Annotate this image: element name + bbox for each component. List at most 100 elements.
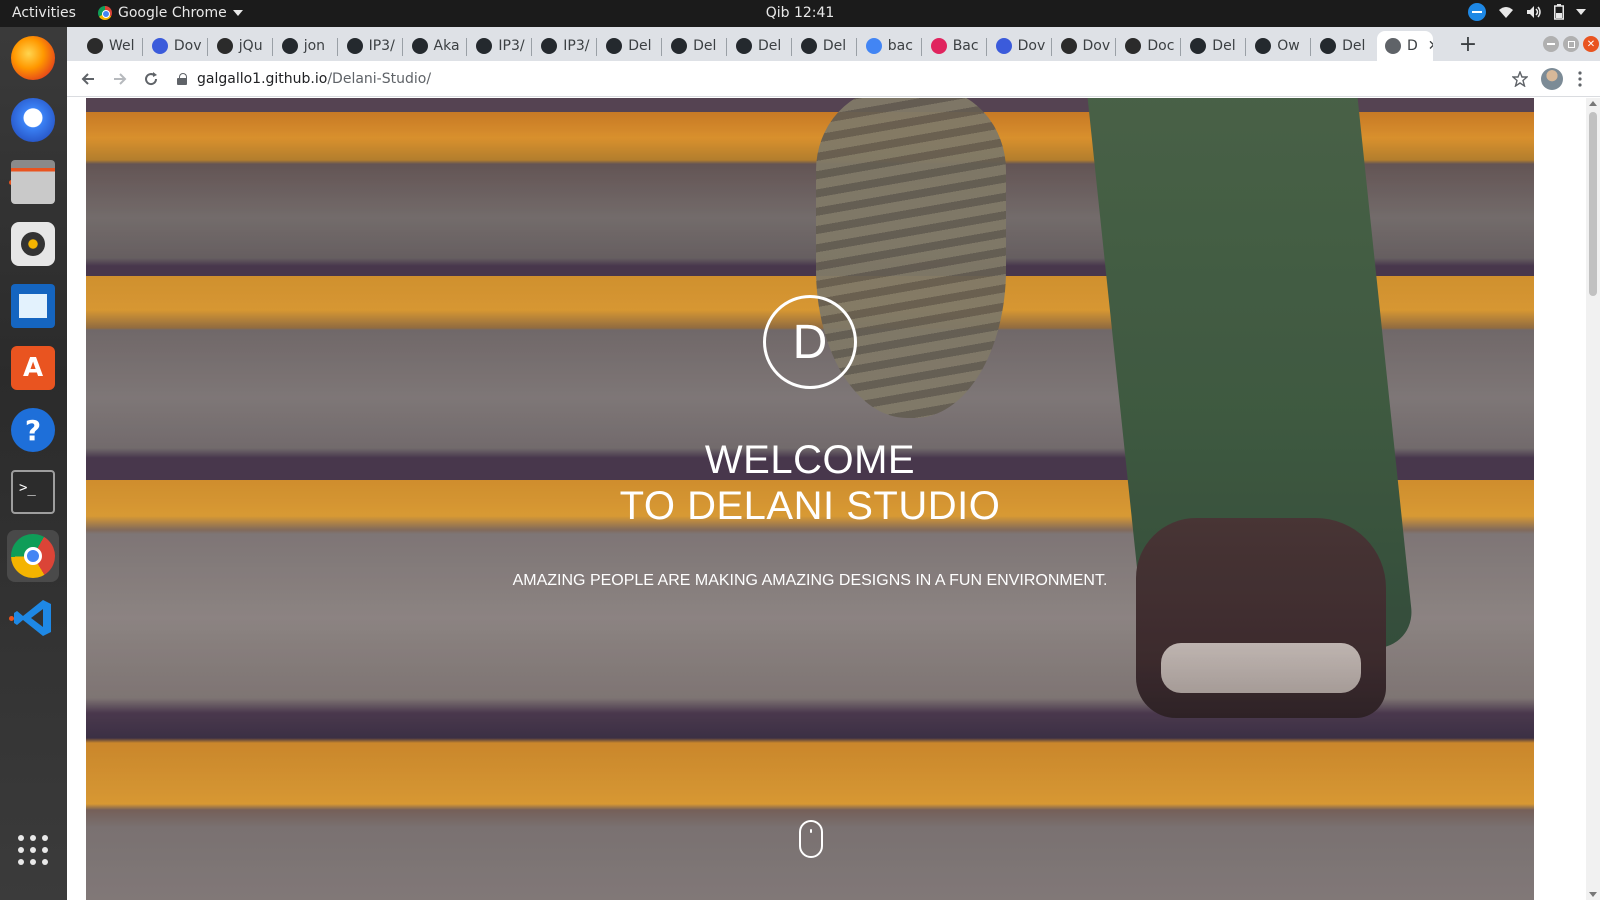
scroll-up-arrow-icon[interactable] (1589, 101, 1597, 106)
tab[interactable]: Del (598, 31, 659, 61)
tab-label: Doc (1147, 38, 1175, 54)
tab-label: Ow (1277, 38, 1300, 54)
tab[interactable]: jQu (209, 31, 270, 61)
software-center-icon: A (11, 346, 55, 390)
tab-active[interactable]: D✕ (1377, 31, 1433, 61)
tab-label: IP3/ (368, 38, 395, 54)
activities-button[interactable]: Activities (12, 5, 76, 21)
tab[interactable]: Aka (404, 31, 465, 61)
dock-firefox[interactable] (7, 32, 59, 84)
volume-icon[interactable] (1526, 5, 1542, 19)
tab-separator (985, 38, 987, 56)
scroll-down-arrow-icon[interactable] (1589, 892, 1597, 897)
back-button[interactable] (75, 66, 101, 92)
tab-label: Dov (1017, 38, 1046, 54)
vscode-icon (11, 596, 55, 640)
tab[interactable]: Wel (79, 31, 140, 61)
logo-letter: D (792, 315, 828, 369)
tab-separator (271, 38, 273, 56)
tab-label: IP3/ (498, 38, 525, 54)
favicon-icon (151, 38, 168, 54)
tab[interactable]: Ow (1247, 31, 1308, 61)
dock-files[interactable] (7, 156, 59, 208)
battery-icon[interactable] (1554, 4, 1564, 20)
dock-software-center[interactable]: A (7, 342, 59, 394)
dock-thunderbird[interactable] (7, 94, 59, 146)
scrollbar-thumb[interactable] (1589, 112, 1597, 296)
tab[interactable]: Dov (144, 31, 205, 61)
favicon-icon (216, 38, 233, 54)
files-icon (11, 160, 55, 204)
favicon-icon (736, 38, 752, 54)
tab-strip: Wel Dov jQu jon IP3/Aka IP3/IP3/Del Del Del Del b… (67, 27, 1600, 61)
system-top-bar: Activities Google Chrome Qib 12:41 (0, 0, 1600, 27)
favicon-icon (606, 38, 623, 54)
dock-vscode[interactable] (7, 592, 59, 644)
profile-button[interactable] (1539, 66, 1565, 92)
tab[interactable]: Doc (1117, 31, 1178, 61)
dock-terminal[interactable]: >_ (7, 466, 59, 518)
maximize-icon (1567, 40, 1575, 48)
new-tab-button[interactable]: + (1455, 32, 1481, 58)
scroll-down-mouse-icon[interactable] (799, 820, 823, 858)
maximize-button[interactable] (1563, 36, 1579, 52)
system-menu-chevron-icon[interactable] (1576, 9, 1586, 15)
minimize-button[interactable] (1543, 36, 1559, 52)
bookmark-button[interactable] (1507, 66, 1533, 92)
lock-icon[interactable] (177, 73, 187, 85)
tab[interactable]: Del (1182, 31, 1243, 61)
favicon-icon (1320, 38, 1337, 54)
app-menu[interactable]: Google Chrome (98, 5, 243, 21)
favicon-icon (87, 38, 103, 54)
dock-writer[interactable] (7, 280, 59, 332)
page-scrollbar[interactable] (1586, 98, 1600, 900)
site-logo[interactable]: D (763, 295, 857, 389)
tab[interactable]: jon (274, 31, 335, 61)
tab[interactable]: Bac (923, 31, 984, 61)
app-menu-label: Google Chrome (118, 5, 227, 21)
favicon-icon (1125, 38, 1142, 54)
tab[interactable]: Del (1312, 31, 1373, 61)
tab[interactable]: IP3/ (339, 31, 400, 61)
favicon-icon (411, 38, 428, 54)
tab[interactable]: Dov (1053, 31, 1114, 61)
url-host: galgallo1.github.io (197, 71, 328, 87)
tab-separator (1310, 38, 1312, 56)
system-tray[interactable] (1468, 3, 1586, 21)
favicon-icon (1190, 38, 1207, 54)
tab[interactable]: Del (728, 31, 789, 61)
tab[interactable]: IP3/ (533, 31, 594, 61)
dock-rhythmbox[interactable] (7, 218, 59, 270)
address-bar[interactable]: galgallo1.github.io/Delani-Studio/ (173, 65, 1473, 93)
forward-button[interactable] (107, 66, 133, 92)
tab-separator (855, 38, 857, 56)
tab-label: Aka (433, 38, 460, 54)
reload-button[interactable] (138, 66, 164, 92)
clock[interactable]: Qib 12:41 (766, 5, 835, 21)
browser-toolbar: galgallo1.github.io/Delani-Studio/ (67, 61, 1600, 97)
teamviewer-icon[interactable] (1468, 3, 1486, 21)
favicon-icon (930, 38, 947, 54)
show-apps-icon (18, 835, 48, 865)
favicon-icon (671, 38, 688, 54)
chrome-menu-button[interactable] (1567, 66, 1593, 92)
tab[interactable]: Del (793, 31, 854, 61)
tab[interactable]: bac (858, 31, 919, 61)
tab[interactable]: Del (663, 31, 724, 61)
tab[interactable]: IP3/ (468, 31, 529, 61)
writer-icon (11, 284, 55, 328)
favicon-icon (1385, 38, 1401, 54)
tab[interactable]: Dov (988, 31, 1049, 61)
close-window-button[interactable]: ✕ (1583, 36, 1599, 52)
tab-separator (531, 38, 533, 56)
hero-section: D WELCOME TO DELANI STUDIO AMAZING PEOPL… (86, 98, 1534, 900)
dock-help[interactable]: ? (7, 404, 59, 456)
page-viewport[interactable]: D WELCOME TO DELANI STUDIO AMAZING PEOPL… (67, 98, 1600, 900)
wifi-icon[interactable] (1498, 5, 1514, 19)
close-tab-icon[interactable]: ✕ (1428, 38, 1433, 54)
dock-chrome[interactable] (7, 530, 59, 582)
tab-label: Dov (1082, 38, 1111, 54)
tab-label: Dov (173, 38, 202, 54)
show-applications-button[interactable] (7, 824, 59, 876)
terminal-icon: >_ (11, 470, 55, 514)
